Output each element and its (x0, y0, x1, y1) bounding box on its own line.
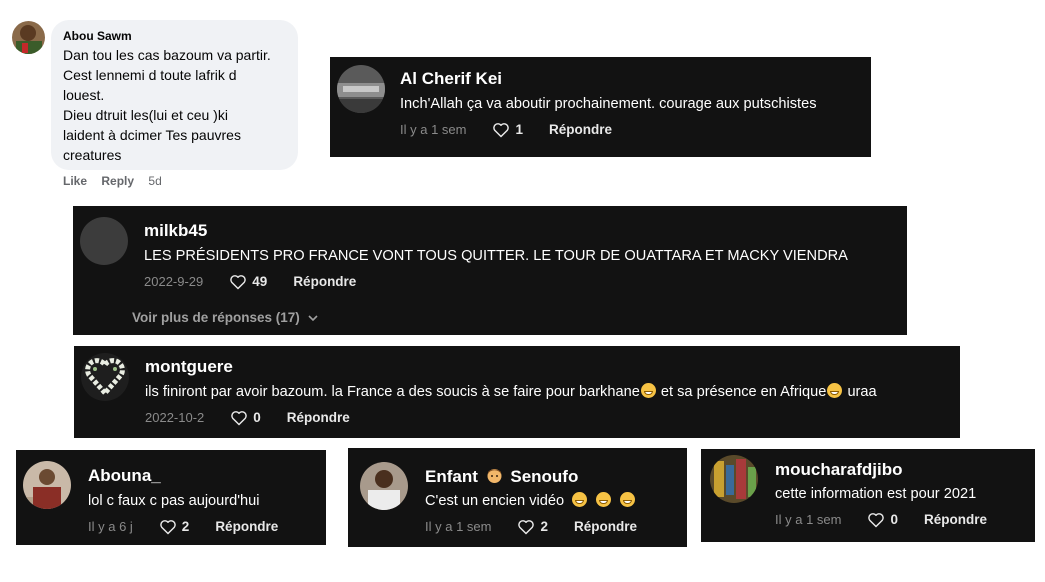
comment-meta: Il y a 1 sem 1 Répondre (400, 121, 612, 139)
view-more-replies-button[interactable]: Voir plus de réponses (17) (132, 309, 318, 327)
comment-text-part: uraa (843, 384, 877, 400)
comment-date: Il y a 1 sem (425, 519, 492, 534)
chevron-down-icon (307, 315, 318, 322)
comment-time: 5d (148, 174, 162, 188)
comment-author[interactable]: moucharafdjibo (775, 460, 903, 480)
grinning-face-emoji (827, 383, 843, 398)
reply-button[interactable]: Répondre (287, 409, 350, 427)
avatar[interactable] (23, 461, 71, 509)
comment-author[interactable]: Al Cherif Kei (400, 69, 502, 89)
like-count: 0 (253, 410, 261, 425)
reply-button[interactable]: Répondre (215, 518, 278, 536)
reply-button[interactable]: Reply (101, 174, 134, 188)
avatar[interactable] (360, 462, 408, 510)
avatar[interactable] (12, 21, 45, 54)
comment-meta: Il y a 6 j 2 Répondre (88, 518, 278, 536)
heart-outline-icon[interactable] (159, 519, 177, 535)
avatar[interactable] (710, 455, 758, 503)
grinning-face-emoji (572, 492, 588, 507)
comment-meta: 2022-9-29 49 Répondre (144, 273, 356, 291)
like-count: 2 (540, 519, 548, 534)
comment-actions: Like Reply 5d (63, 173, 173, 189)
heart-outline-icon[interactable] (230, 410, 248, 426)
heart-outline-icon[interactable] (517, 519, 535, 535)
comment-text: lol c faux c pas aujourd'hui (88, 493, 260, 509)
comment-author[interactable]: Abou Sawm (63, 29, 286, 43)
reply-button[interactable]: Répondre (293, 273, 356, 291)
comment-text: cette information est pour 2021 (775, 486, 977, 502)
like-count: 2 (181, 519, 190, 534)
grinning-face-emoji (596, 492, 612, 507)
avatar[interactable] (80, 217, 128, 265)
man-face-emoji (487, 469, 502, 483)
comment-meta: Il y a 1 sem 2 Répondre (425, 518, 637, 536)
heart-outline-icon[interactable] (867, 512, 885, 528)
view-more-replies-label: Voir plus de réponses (17) (132, 310, 300, 325)
comment-card: Al Cherif Kei Inch'Allah ça va aboutir p… (330, 57, 871, 157)
grinning-face-emoji (640, 383, 656, 398)
comment-card: Enfant Senoufo C'est un encien vidéo Il … (348, 448, 687, 547)
avatar[interactable] (337, 65, 385, 113)
comment-date: Il y a 1 sem (775, 512, 842, 527)
reply-button[interactable]: Répondre (924, 511, 987, 529)
heart-outline-icon[interactable] (492, 122, 510, 138)
reply-button[interactable]: Répondre (549, 121, 612, 139)
avatar[interactable] (81, 353, 129, 401)
comment-meta: 2022-10-2 0 Répondre (145, 409, 350, 427)
like-count: 1 (515, 122, 523, 137)
comment-author[interactable]: Enfant Senoufo (425, 467, 578, 487)
comment-text-part: C'est un encien vidéo (425, 493, 565, 509)
comment-text: LES PRÉSIDENTS PRO FRANCE VONT TOUS QUIT… (144, 248, 848, 264)
author-name-part: Senoufo (510, 467, 579, 486)
comment-text: C'est un encien vidéo (425, 491, 636, 511)
comment-card: montguere ils finiront par avoir bazoum.… (74, 346, 960, 438)
comment-text-part: ils finiront par avoir bazoum. la France… (145, 384, 640, 400)
comment-text: Inch'Allah ça va aboutir prochainement. … (400, 96, 817, 112)
comment-card: moucharafdjibo cette information est pou… (701, 449, 1035, 542)
comment-author[interactable]: Abouna_ (88, 466, 161, 486)
comment-meta: Il y a 1 sem 0 Répondre (775, 511, 987, 529)
comment-author[interactable]: milkb45 (144, 221, 207, 241)
author-name-part: Enfant (425, 467, 478, 486)
comment-text-part: et sa présence en Afrique (656, 384, 827, 400)
comment-date: Il y a 6 j (88, 519, 133, 534)
like-count: 0 (890, 512, 898, 527)
comment-bubble: Abou Sawm Dan tou les cas bazoum va part… (51, 20, 298, 170)
comment-date: Il y a 1 sem (400, 122, 467, 137)
grinning-face-emoji (620, 492, 636, 507)
comment-text: ils finiront par avoir bazoum. la France… (145, 382, 877, 402)
comment-card: Abouna_ lol c faux c pas aujourd'hui Il … (16, 450, 326, 545)
reply-button[interactable]: Répondre (574, 518, 637, 536)
like-button[interactable]: Like (63, 174, 87, 188)
comment-date: 2022-10-2 (145, 410, 205, 425)
comment-date: 2022-9-29 (144, 274, 204, 289)
comment-card: milkb45 LES PRÉSIDENTS PRO FRANCE VONT T… (73, 206, 907, 335)
comment-text: Dan tou les cas bazoum va partir. Cest l… (63, 47, 271, 163)
heart-outline-icon[interactable] (229, 274, 247, 290)
like-count: 49 (252, 274, 268, 289)
comment-author[interactable]: montguere (145, 357, 233, 377)
